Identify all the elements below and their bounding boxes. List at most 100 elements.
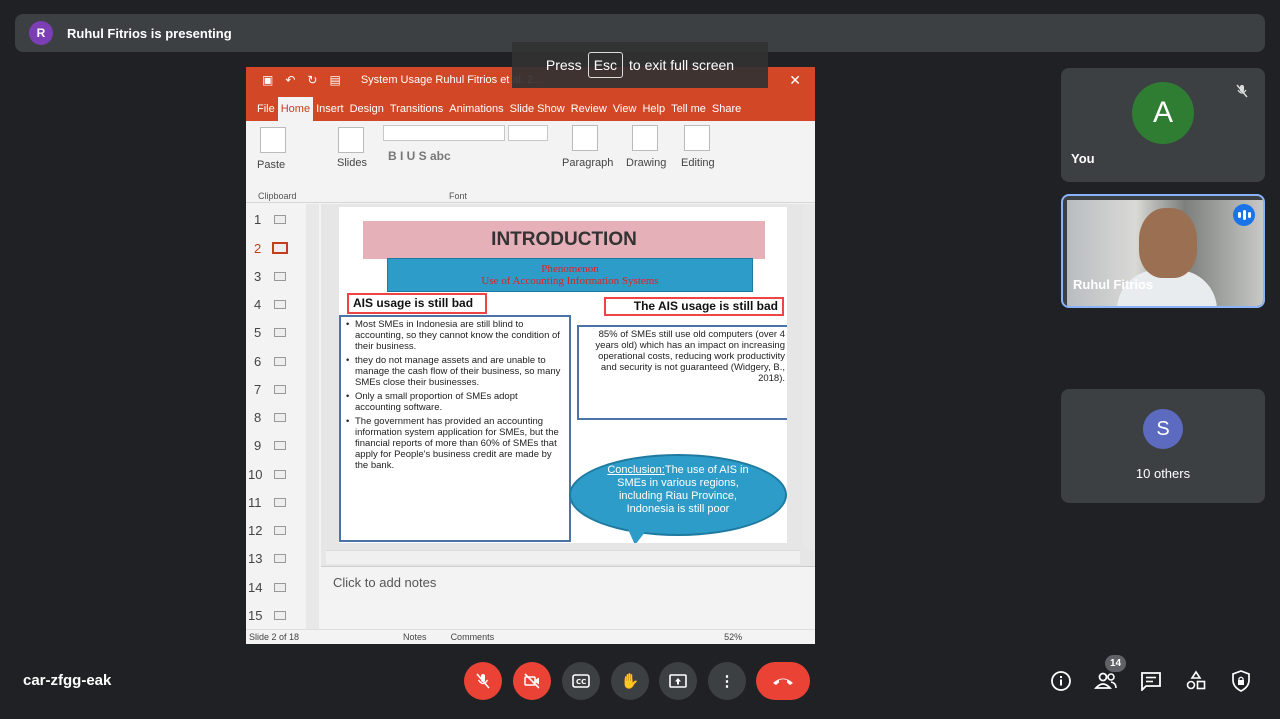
presenter-avatar: R (29, 21, 53, 45)
tab-view: View (612, 103, 637, 115)
list-item: they do not manage assets and are unable… (345, 355, 565, 388)
format-buttons: B I U S abc (388, 149, 451, 163)
more-options-button[interactable]: ⋮ (708, 662, 746, 700)
svg-text:CC: CC (576, 678, 586, 686)
meeting-code: car-zfgg-eak (23, 672, 112, 689)
thumb-1: 1 (254, 212, 286, 227)
you-name: You (1071, 151, 1095, 166)
close-icon: ✕ (789, 71, 801, 88)
others-label: 10 others (1135, 466, 1191, 481)
slide-scrollbar (803, 204, 815, 550)
info-icon (1051, 671, 1071, 691)
shared-screen: ▣ ↶ ↻ ▤ System Usage Ruhul Fitrios et al… (246, 67, 815, 644)
thumb-11: 11 (248, 495, 286, 510)
right-label: The AIS usage is still bad (604, 297, 784, 316)
thumb-7: 7 (254, 382, 286, 397)
redo-icon: ↻ (307, 73, 318, 87)
thumb-6: 6 (254, 354, 286, 369)
chat-button[interactable] (1138, 668, 1164, 694)
slide-title: INTRODUCTION (363, 221, 765, 259)
thumb-2: 2 (254, 241, 288, 256)
host-controls-button[interactable] (1228, 668, 1254, 694)
editing-icon (684, 125, 710, 151)
tab-home: Home (277, 97, 314, 121)
activities-icon (1186, 670, 1206, 690)
list-item: The government has provided an accountin… (345, 416, 565, 471)
hand-icon: ✋ (620, 673, 640, 690)
fullscreen-toast: Press Esc to exit full screen (512, 42, 768, 88)
tab-animations: Animations (449, 103, 504, 115)
tab-help: Help (642, 103, 666, 115)
ribbon-tabs: File Home Insert Design Transitions Anim… (246, 93, 815, 121)
chat-icon (1141, 672, 1161, 691)
conclusion-bubble: Conclusion:The use of AIS in SMEs in var… (569, 454, 787, 536)
presenting-text: Ruhul Fitrios is presenting (67, 25, 232, 41)
tile-you[interactable]: A You (1061, 68, 1265, 182)
mic-toggle-button[interactable] (464, 662, 502, 700)
tab-design: Design (349, 103, 384, 115)
tab-insert: Insert (316, 103, 344, 115)
save-icon: ▣ (262, 73, 274, 87)
mic-off-icon (1229, 78, 1255, 104)
slides-label: Slides (337, 157, 367, 169)
undo-icon: ↶ (285, 73, 296, 87)
tab-transitions: Transitions (389, 103, 444, 115)
horizontal-scrollbar (326, 550, 800, 564)
editing-label: Editing (681, 157, 715, 169)
tab-share: Share (711, 103, 742, 115)
left-label: AIS usage is still bad (347, 293, 487, 314)
thumb-12: 12 (248, 523, 286, 538)
slide: INTRODUCTION Phenomenon Use of Accountin… (339, 207, 787, 543)
participants-count-badge: 14 (1105, 655, 1126, 672)
captions-button[interactable]: CC (562, 662, 600, 700)
captions-icon: CC (572, 674, 590, 688)
hang-up-icon (773, 678, 793, 685)
font-name-box (383, 125, 505, 141)
notes-pane: Click to add notes (321, 566, 815, 629)
font-group-label: Font (449, 191, 468, 201)
speaking-indicator-icon (1233, 204, 1255, 226)
present-now-button[interactable] (659, 662, 697, 700)
slides-icon (338, 127, 364, 153)
tab-review: Review (570, 103, 607, 115)
paragraph-label: Paragraph (562, 157, 614, 169)
paste-label: Paste (257, 159, 286, 171)
notes-button: Notes (403, 632, 427, 642)
slide-banner: Phenomenon Use of Accounting Information… (387, 258, 753, 292)
thumb-13: 13 (248, 551, 286, 566)
meeting-details-button[interactable] (1048, 668, 1074, 694)
more-vert-icon: ⋮ (719, 673, 735, 690)
paragraph-icon (572, 125, 598, 151)
tab-tell-me: Tell me (671, 103, 706, 115)
end-call-button[interactable] (756, 662, 810, 700)
list-item: Most SMEs in Indonesia are still blind t… (345, 319, 565, 352)
slide-count: Slide 2 of 18 (249, 632, 300, 642)
thumb-14: 14 (248, 580, 286, 595)
right-text-box: 85% of SMEs still use old computers (ove… (577, 325, 787, 420)
tile-others[interactable]: S 10 others (1061, 389, 1265, 503)
mic-off-icon (476, 673, 490, 689)
you-avatar: A (1132, 82, 1194, 144)
comments-button: Comments (450, 632, 495, 642)
camera-off-icon (524, 673, 540, 689)
thumb-5: 5 (254, 325, 286, 340)
thumb-15: 15 (248, 608, 286, 623)
tab-slide-show: Slide Show (509, 103, 565, 115)
camera-toggle-button[interactable] (513, 662, 551, 700)
conclusion-label: Conclusion: (607, 464, 665, 476)
banner-line2: Use of Accounting Information Systems (481, 275, 659, 287)
paste-icon (260, 127, 286, 153)
banner-line1: Phenomenon (541, 263, 599, 275)
thumb-4: 4 (254, 297, 286, 312)
zoom-level: 52% (724, 632, 743, 642)
left-list: Most SMEs in Indonesia are still blind t… (339, 315, 571, 542)
list-item: Only a small proportion of SMEs adopt ac… (345, 391, 565, 413)
tile-presenter[interactable]: Ruhul Fitrios (1061, 194, 1265, 308)
present-icon (669, 674, 687, 688)
shield-lock-icon (1232, 670, 1250, 692)
drawing-icon (632, 125, 658, 151)
activities-button[interactable] (1183, 668, 1209, 694)
raise-hand-button[interactable]: ✋ (611, 662, 649, 700)
thumb-9: 9 (254, 438, 286, 453)
others-avatar: S (1143, 409, 1183, 449)
